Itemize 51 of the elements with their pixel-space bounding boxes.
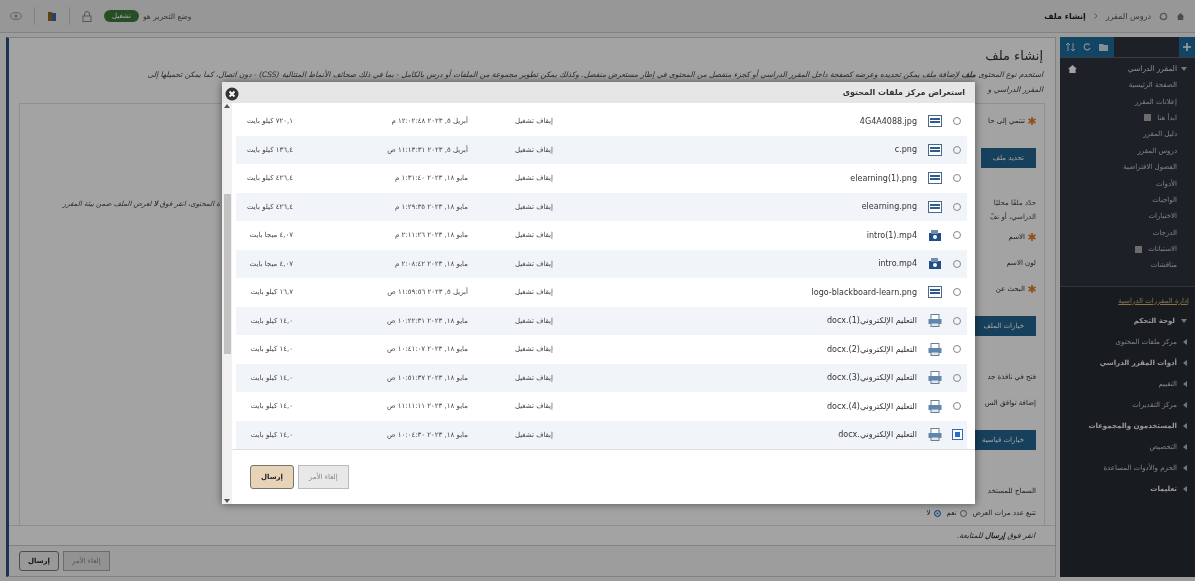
- close-icon[interactable]: [225, 87, 239, 101]
- image-file-icon: [928, 143, 942, 156]
- image-file-icon: [928, 115, 942, 128]
- caret-icon[interactable]: [1183, 381, 1187, 388]
- file-name[interactable]: intro(1).mp4: [866, 230, 917, 240]
- page-icon: [1144, 114, 1152, 122]
- gear-icon[interactable]: [1159, 11, 1168, 21]
- chevron-icon: [1093, 13, 1098, 19]
- file-name[interactable]: التعليم الإلكتروني(2).docx: [826, 344, 917, 354]
- plus-icon: [1183, 43, 1191, 51]
- page-icon: [1135, 245, 1143, 253]
- eye-icon[interactable]: [10, 12, 22, 20]
- sort-icon[interactable]: [1066, 43, 1075, 51]
- caret-icon[interactable]: [1183, 444, 1187, 451]
- caret-icon[interactable]: [1183, 465, 1187, 472]
- image-file-icon: [928, 200, 942, 213]
- video-file-icon: [928, 257, 942, 271]
- page-title: إنشاء ملف: [984, 48, 1043, 63]
- home-icon[interactable]: [1176, 11, 1185, 21]
- caret-icon[interactable]: [1183, 402, 1187, 409]
- file-name[interactable]: 4G4A4088.jpg: [859, 116, 917, 126]
- image-file-icon: [928, 286, 942, 299]
- file-name[interactable]: التعليم الإلكتروني(4).docx: [826, 401, 917, 411]
- file-name[interactable]: التعليم الإلكتروني(1).docx: [826, 316, 917, 326]
- caret-icon[interactable]: [1183, 486, 1187, 493]
- caret-icon[interactable]: [1183, 423, 1187, 430]
- file-name[interactable]: التعليم الإلكتروني(3).docx: [826, 373, 917, 383]
- breadcrumb-link[interactable]: إنشاء ملف: [1044, 11, 1086, 21]
- caret-icon[interactable]: [1181, 319, 1187, 324]
- image-file-icon: [928, 172, 942, 185]
- scroll-down-icon[interactable]: [224, 498, 230, 504]
- file-name[interactable]: c.png: [894, 145, 917, 155]
- add-button[interactable]: [1179, 37, 1195, 57]
- file-name[interactable]: elearning(1).png: [850, 173, 917, 183]
- caret-icon[interactable]: [1183, 339, 1187, 346]
- file-name[interactable]: logo-blackboard-learn.png: [811, 287, 917, 297]
- book-icon[interactable]: [47, 10, 57, 22]
- radio-button[interactable]: [951, 429, 963, 441]
- home-icon[interactable]: [1068, 64, 1077, 73]
- breadcrumb-link[interactable]: دروس المقرر: [1105, 11, 1151, 21]
- caret-icon[interactable]: [1183, 360, 1187, 367]
- dialog-title: استعراض مركز ملفات المحتوى: [222, 82, 975, 103]
- file-name[interactable]: التعليم الإلكتروني.docx: [838, 430, 917, 440]
- folder-icon[interactable]: [1099, 43, 1108, 51]
- refresh-icon[interactable]: [1083, 43, 1091, 51]
- video-file-icon: [928, 228, 942, 242]
- file-name[interactable]: intro.mp4: [878, 259, 917, 269]
- caret-icon[interactable]: [1181, 66, 1187, 71]
- scrollbar[interactable]: [222, 103, 232, 504]
- lock-icon[interactable]: [82, 10, 92, 22]
- file-name[interactable]: elearning.png: [861, 202, 917, 212]
